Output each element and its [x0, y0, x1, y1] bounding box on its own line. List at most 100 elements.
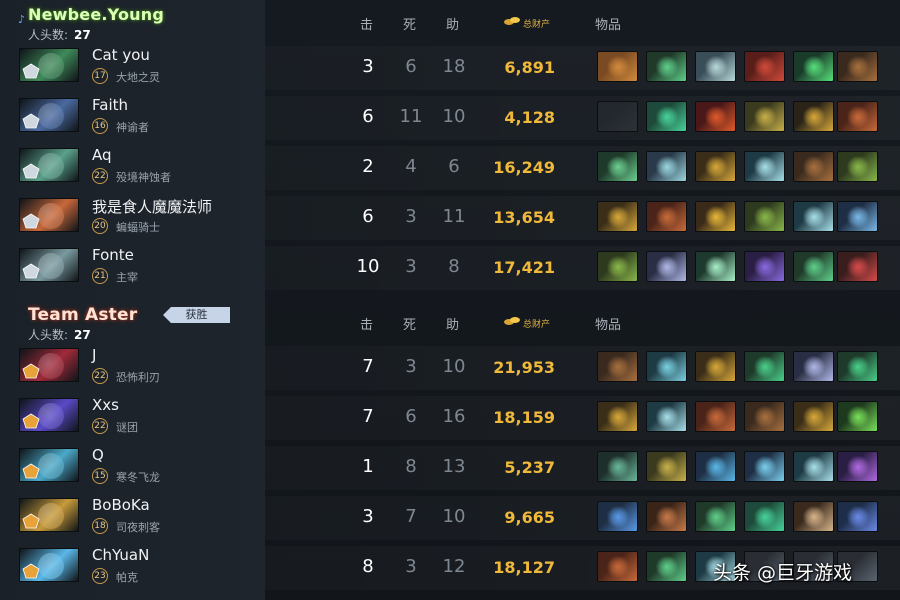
- player-row[interactable]: Xxs 22 谜团: [16, 396, 264, 440]
- hero-portrait[interactable]: [19, 348, 79, 382]
- player-row[interactable]: Fonte 21 主宰: [16, 246, 264, 290]
- header-kills: 击: [360, 318, 374, 333]
- item-slot[interactable]: [793, 451, 834, 482]
- item-slot[interactable]: [744, 351, 785, 382]
- item-slot[interactable]: [695, 201, 736, 232]
- item-slot[interactable]: [597, 251, 638, 282]
- item-slot[interactable]: [646, 101, 687, 132]
- item-slot[interactable]: [837, 51, 878, 82]
- item-slot[interactable]: [837, 101, 878, 132]
- player-row[interactable]: BoBoKa 18 司夜刺客: [16, 496, 264, 540]
- item-slot[interactable]: [597, 451, 638, 482]
- hero-portrait[interactable]: [19, 198, 79, 232]
- item-slot[interactable]: [646, 401, 687, 432]
- item-slot[interactable]: [744, 201, 785, 232]
- wand-icon: [655, 556, 679, 578]
- victory-badge: 获胜: [163, 307, 230, 323]
- hero-level: 22: [92, 418, 108, 434]
- item-slot[interactable]: [646, 201, 687, 232]
- item-slot[interactable]: [793, 101, 834, 132]
- hero-portrait[interactable]: [19, 98, 79, 132]
- hero-portrait[interactable]: [19, 148, 79, 182]
- item-slot[interactable]: [744, 401, 785, 432]
- item-slot[interactable]: [597, 351, 638, 382]
- item-slot[interactable]: [793, 51, 834, 82]
- team-kills-dire: 人头数: 27: [28, 326, 91, 343]
- item-slot[interactable]: [837, 151, 878, 182]
- item-slot[interactable]: [695, 251, 736, 282]
- item-slot[interactable]: [793, 201, 834, 232]
- ring-of-basilius-icon: [606, 56, 630, 78]
- item-slot[interactable]: [646, 451, 687, 482]
- item-slot[interactable]: [744, 101, 785, 132]
- item-slot[interactable]: [695, 451, 736, 482]
- item-slot[interactable]: [646, 51, 687, 82]
- player-row[interactable]: ChYuaN 23 帕克: [16, 546, 264, 590]
- item-slot[interactable]: [744, 501, 785, 532]
- item-slot[interactable]: [695, 351, 736, 382]
- item-slot[interactable]: [597, 501, 638, 532]
- item-slot[interactable]: [793, 151, 834, 182]
- header-assists: 助: [446, 318, 460, 333]
- kills-value: 1: [362, 456, 374, 477]
- item-slot[interactable]: [793, 501, 834, 532]
- player-row[interactable]: 我是食人魔魔法师 20 蝙蝠骑士: [16, 196, 264, 240]
- hero-portrait[interactable]: [19, 498, 79, 532]
- hero-portrait[interactable]: [19, 248, 79, 282]
- hero-portrait[interactable]: [19, 448, 79, 482]
- player-row[interactable]: Faith 16 神谕者: [16, 96, 264, 140]
- player-row[interactable]: Cat you 17 大地之灵: [16, 46, 264, 90]
- item-slot[interactable]: [646, 501, 687, 532]
- item-slot[interactable]: [837, 501, 878, 532]
- player-name: Aq: [92, 146, 112, 164]
- hero-portrait[interactable]: [19, 548, 79, 582]
- item-slot[interactable]: [597, 201, 638, 232]
- item-slot[interactable]: [597, 101, 638, 132]
- player-row[interactable]: Q 15 寒冬飞龙: [16, 446, 264, 490]
- item-slot[interactable]: [793, 251, 834, 282]
- item-slot[interactable]: [597, 151, 638, 182]
- assists-value: 6: [448, 156, 460, 177]
- header-items: 物品: [595, 18, 622, 33]
- item-slot[interactable]: [646, 351, 687, 382]
- item-slot[interactable]: [837, 401, 878, 432]
- skadi-icon: [846, 356, 870, 378]
- hero-level: 15: [92, 468, 108, 484]
- item-slot[interactable]: [744, 251, 785, 282]
- assists-value: 8: [448, 256, 460, 277]
- item-slot[interactable]: [646, 151, 687, 182]
- item-slot[interactable]: [597, 551, 638, 582]
- item-slot[interactable]: [744, 51, 785, 82]
- item-slot[interactable]: [695, 101, 736, 132]
- item-slot[interactable]: [744, 151, 785, 182]
- item-slot[interactable]: [695, 501, 736, 532]
- player-row[interactable]: Aq 22 殁境神蚀者: [16, 146, 264, 190]
- item-slot[interactable]: [793, 401, 834, 432]
- eul-icon: [606, 506, 630, 528]
- blade-icon: [655, 156, 679, 178]
- item-slot[interactable]: [837, 351, 878, 382]
- item-slot[interactable]: [837, 251, 878, 282]
- assists-value: 11: [442, 206, 466, 227]
- item-slot[interactable]: [597, 401, 638, 432]
- item-slot[interactable]: [695, 401, 736, 432]
- item-slot[interactable]: [793, 351, 834, 382]
- player-row[interactable]: J 22 恐怖利刃: [16, 346, 264, 390]
- item-slot[interactable]: [695, 151, 736, 182]
- item-slot[interactable]: [646, 251, 687, 282]
- item-slot[interactable]: [695, 51, 736, 82]
- helm-icon: [704, 356, 728, 378]
- item-slot[interactable]: [837, 451, 878, 482]
- deaths-value: 11: [399, 106, 423, 127]
- item-slot[interactable]: [744, 451, 785, 482]
- hero-portrait[interactable]: [19, 398, 79, 432]
- boots-icon: [846, 56, 870, 78]
- header-assists: 助: [446, 18, 460, 33]
- kills-value: 10: [356, 256, 380, 277]
- item-slot[interactable]: [837, 201, 878, 232]
- item-slot[interactable]: [597, 51, 638, 82]
- watermark: 头条 @巨牙游戏: [713, 562, 853, 584]
- deaths-value: 8: [405, 456, 417, 477]
- item-slot[interactable]: [646, 551, 687, 582]
- hero-portrait[interactable]: [19, 48, 79, 82]
